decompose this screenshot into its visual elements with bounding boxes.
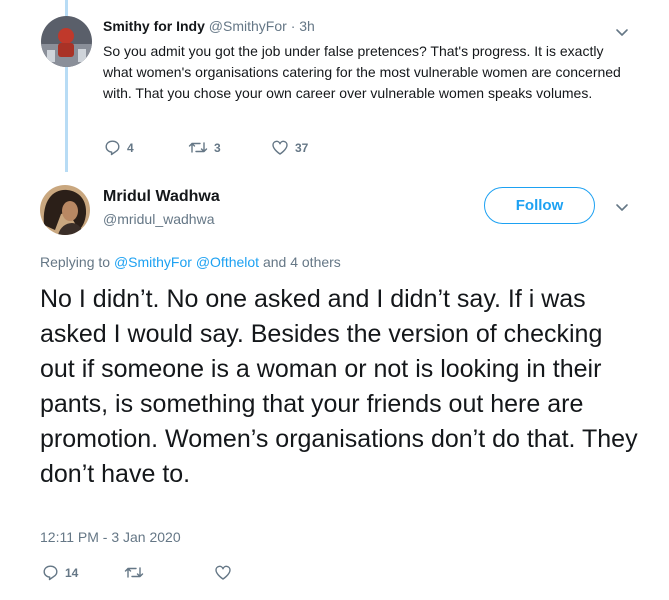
reply-icon [43, 565, 58, 581]
like-icon [215, 565, 231, 580]
replying-others-link[interactable]: and 4 others [263, 254, 341, 270]
main-tweet-actions: 14 [42, 564, 232, 581]
retweet-icon [188, 142, 208, 153]
parent-avatar[interactable] [41, 16, 92, 67]
reply-button[interactable]: 14 [42, 564, 124, 581]
parent-tweet-text: So you admit you got the job under false… [103, 43, 621, 101]
reply-icon [105, 140, 120, 156]
chevron-down-icon[interactable] [612, 22, 632, 42]
retweet-button[interactable]: 3 [188, 139, 271, 156]
retweet-icon [124, 567, 144, 578]
main-avatar[interactable] [40, 185, 90, 235]
follow-button[interactable]: Follow [484, 187, 595, 224]
reply-mention-link[interactable]: @SmithyFor [114, 254, 192, 270]
like-button[interactable]: 37 [271, 139, 308, 156]
parent-separator: · [290, 18, 296, 34]
parent-time[interactable]: 3h [299, 18, 315, 34]
reply-count: 14 [65, 565, 79, 580]
replying-prefix: Replying to [40, 254, 111, 270]
like-count: 37 [295, 140, 309, 155]
parent-handle[interactable]: @SmithyFor [209, 18, 287, 34]
like-icon [272, 140, 288, 155]
reply-mention-link[interactable]: @Ofthelot [196, 254, 259, 270]
parent-display-name[interactable]: Smithy for Indy [103, 18, 205, 34]
retweet-count: 3 [214, 140, 221, 155]
retweet-button[interactable] [124, 564, 214, 581]
main-tweet-text: No I didn’t. No one asked and I didn’t s… [40, 285, 638, 488]
like-button[interactable] [214, 564, 232, 581]
tweet-timestamp[interactable]: 12:11 PM - 3 Jan 2020 [40, 528, 181, 546]
reply-button[interactable]: 4 [104, 139, 188, 156]
parent-tweet-header: Smithy for Indy @SmithyFor · 3h [103, 17, 315, 35]
main-handle[interactable]: @mridul_wadhwa [103, 210, 214, 228]
replying-to-line: Replying to @SmithyFor @Ofthelot and 4 o… [40, 253, 341, 271]
main-display-name[interactable]: Mridul Wadhwa [103, 187, 220, 207]
chevron-down-icon[interactable] [612, 197, 632, 217]
reply-count: 4 [127, 140, 134, 155]
parent-tweet-actions: 4 3 37 [104, 139, 308, 156]
